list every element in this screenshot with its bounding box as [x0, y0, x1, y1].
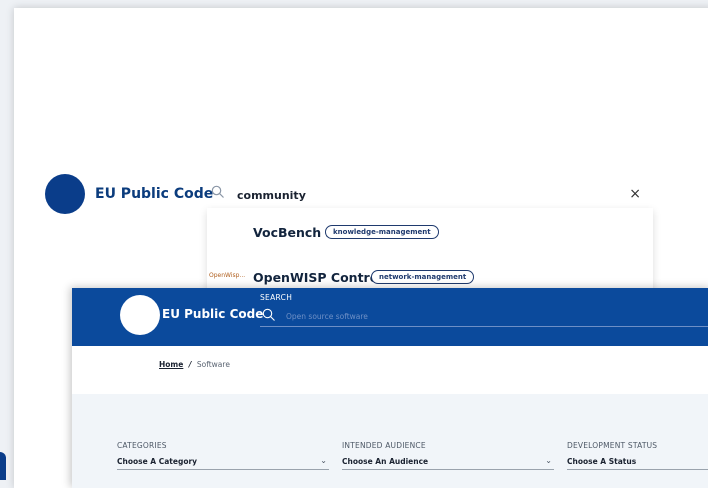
search-input[interactable]: community	[237, 189, 306, 202]
chevron-down-icon: ⌄	[320, 456, 327, 465]
background-shape	[0, 452, 6, 480]
search-input[interactable]	[286, 309, 686, 323]
breadcrumb-home-link[interactable]: Home	[159, 360, 183, 369]
breadcrumb-separator: /	[188, 360, 192, 369]
select-value: Choose A Status	[567, 457, 637, 466]
breadcrumb-current: Software	[196, 360, 230, 369]
result-logo	[209, 227, 245, 239]
brand-title[interactable]: EU Public Code	[162, 307, 263, 321]
result-name: VocBench 3	[253, 225, 335, 240]
search-label: SEARCH	[260, 293, 293, 302]
search-icon	[262, 308, 275, 321]
logo[interactable]	[45, 174, 85, 214]
result-tag[interactable]: network-management	[371, 270, 475, 284]
filter-label: CATEGORIES	[117, 441, 167, 450]
result-tag[interactable]: knowledge-management	[325, 225, 439, 239]
search-bar[interactable]: community ×	[207, 181, 649, 209]
status-select[interactable]: Choose A Status	[567, 455, 708, 470]
search-field[interactable]	[260, 306, 708, 327]
chevron-down-icon: ⌄	[545, 456, 552, 465]
close-icon[interactable]: ×	[629, 184, 641, 204]
category-select[interactable]: Choose A Category ⌄	[117, 455, 329, 470]
search-icon	[211, 185, 224, 198]
select-value: Choose A Category	[117, 457, 198, 466]
breadcrumb: Home / Software	[159, 360, 230, 369]
catalog-window: EU Public Code SEARCH Home / Software CA…	[72, 288, 708, 488]
header: EU Public Code SEARCH	[72, 288, 708, 346]
filter-label: INTENDED AUDIENCE	[342, 441, 426, 450]
logo[interactable]	[120, 295, 160, 335]
filter-label: DEVELOPMENT STATUS	[567, 441, 658, 450]
audience-select[interactable]: Choose An Audience ⌄	[342, 455, 554, 470]
search-result-item[interactable]: VocBench 3 knowledge-management	[207, 215, 653, 251]
select-value: Choose An Audience	[342, 457, 429, 466]
brand-title[interactable]: EU Public Code	[95, 186, 213, 202]
result-logo: OpenWisp...	[209, 272, 245, 279]
breadcrumb-bar: Home / Software	[72, 346, 708, 394]
